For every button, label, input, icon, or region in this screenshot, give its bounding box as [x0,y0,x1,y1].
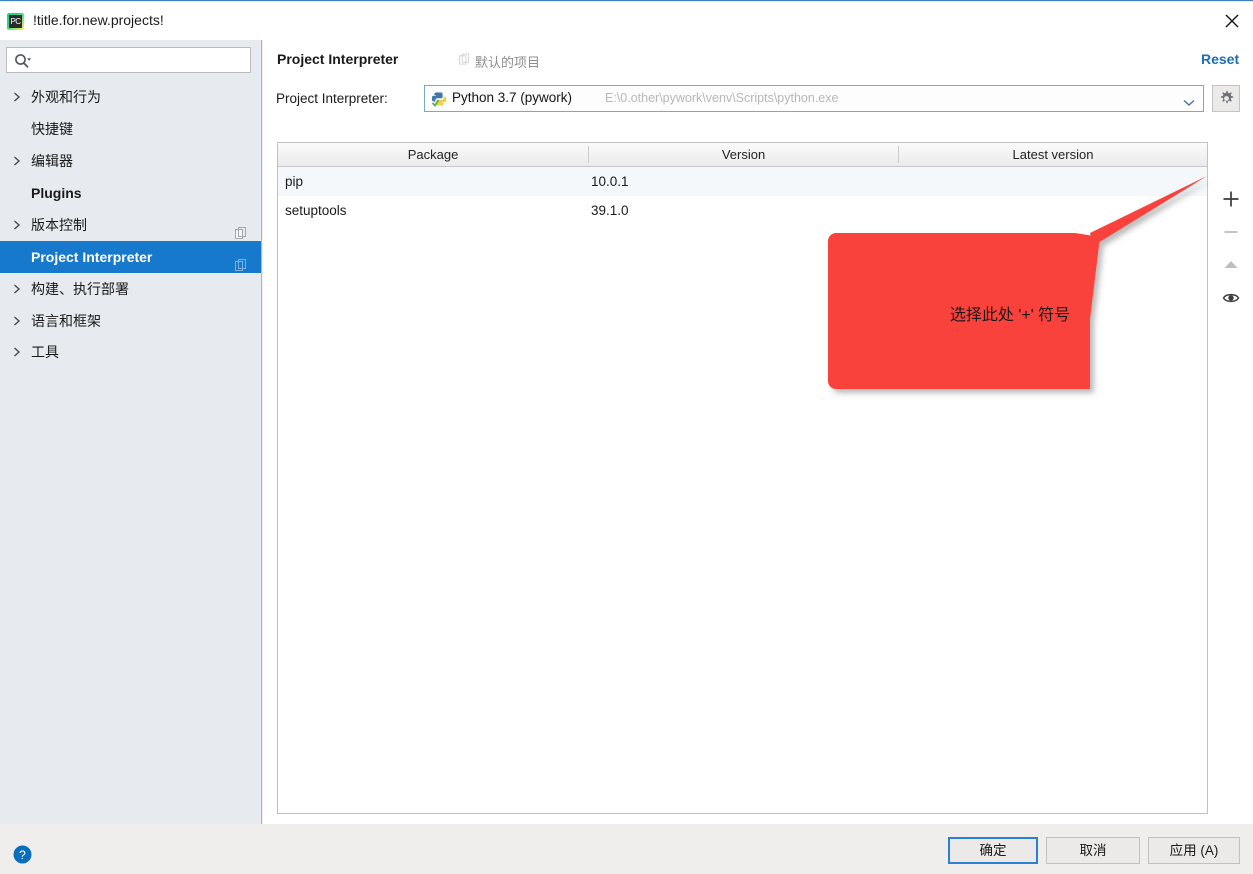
sidebar-item-label: Project Interpreter [31,249,153,265]
add-package-button[interactable] [1209,182,1253,215]
plus-icon [1223,191,1239,207]
sidebar-item-label: 版本控制 [31,217,87,233]
sidebar-item-label: 语言和框架 [31,313,101,329]
help-icon[interactable]: ? [13,845,32,864]
sidebar-item-editor[interactable]: 编辑器 [0,145,261,177]
search-input[interactable] [39,48,251,74]
project-scope-icon [459,53,470,65]
eye-icon [1222,293,1240,303]
close-glyph [1225,14,1239,28]
sidebar-item-project-interpreter[interactable]: Project Interpreter [0,241,261,273]
chevron-right-icon [12,209,24,241]
cancel-button[interactable]: 取消 [1046,837,1140,864]
reset-link[interactable]: Reset [1201,51,1239,67]
cell-package: setuptools [285,203,347,218]
remove-package-button[interactable] [1209,215,1253,248]
packages-table: Package Version Latest version pip 10.0.… [277,142,1208,814]
chevron-right-icon [12,145,24,177]
settings-sidebar: 外观和行为 快捷键 编辑器 Plugins 版本控制 Project Inter… [0,40,262,824]
search-box[interactable] [6,47,251,74]
sidebar-item-appearance[interactable]: 外观和行为 [0,81,261,113]
minus-icon [1224,231,1238,233]
window-title: !title.for.new.projects! [33,12,164,28]
sidebar-item-plugins[interactable]: Plugins [0,177,261,209]
python-icon [431,91,447,107]
table-row[interactable]: pip 10.0.1 [278,167,1207,196]
app-icon-text: PC [9,15,22,28]
table-header-row: Package Version Latest version [278,143,1207,167]
interpreter-name: Python 3.7 (pywork) [452,90,573,105]
sidebar-item-label: 外观和行为 [31,89,101,105]
sidebar-item-tools[interactable]: 工具 [0,336,261,368]
sidebar-item-keymap[interactable]: 快捷键 [0,113,261,145]
pycharm-icon: PC [7,13,24,30]
show-early-releases-button[interactable] [1209,281,1253,314]
chevron-down-icon[interactable] [1183,95,1195,110]
cell-package: pip [285,174,304,189]
sidebar-item-label: 工具 [31,344,59,360]
column-header-version[interactable]: Version [589,143,898,166]
interpreter-dropdown[interactable]: Python 3.7 (pywork) E:\0.other\pywork\ve… [424,85,1204,112]
arrow-up-icon [1224,261,1238,268]
apply-button[interactable]: 应用 (A) [1148,837,1240,864]
settings-content-pane: Project Interpreter 默认的项目 Reset Project … [263,40,1253,824]
sidebar-item-languages-frameworks[interactable]: 语言和框架 [0,305,261,337]
upgrade-package-button[interactable] [1209,248,1253,281]
sidebar-item-label: Plugins [31,185,82,201]
sidebar-item-version-control[interactable]: 版本控制 [0,209,261,241]
chevron-right-icon [12,81,24,113]
cell-version: 39.1.0 [591,203,629,218]
project-scope-icon [235,219,247,239]
cell-version: 10.0.1 [591,174,629,189]
table-row[interactable]: setuptools 39.1.0 [278,196,1207,225]
chevron-right-icon [12,273,24,305]
sidebar-item-label: 快捷键 [31,121,73,137]
settings-dialog: PC !title.for.new.projects! 外观和行为 快捷键 编辑… [0,0,1253,874]
package-toolbar [1209,142,1253,814]
ok-button[interactable]: 确定 [948,837,1038,864]
sidebar-item-label: 构建、执行部署 [31,281,129,297]
interpreter-field-label: Project Interpreter: [276,91,388,106]
column-header-package[interactable]: Package [278,143,588,166]
svg-text:?: ? [19,848,26,862]
interpreter-path: E:\0.other\pywork\venv\Scripts\python.ex… [605,91,839,105]
search-icon [14,53,32,72]
gear-icon [1220,90,1234,104]
sidebar-item-build-execution[interactable]: 构建、执行部署 [0,273,261,305]
title-bar: PC !title.for.new.projects! [0,2,1253,40]
sidebar-item-label: 编辑器 [31,153,73,169]
scope-label: 默认的项目 [475,55,541,70]
chevron-right-icon [12,305,24,337]
project-scope-icon [235,251,247,271]
chevron-right-icon [12,336,24,368]
interpreter-settings-button[interactable] [1212,85,1240,112]
close-icon[interactable] [1213,4,1251,38]
column-header-latest-version[interactable]: Latest version [899,143,1207,166]
page-title: Project Interpreter [277,51,399,67]
